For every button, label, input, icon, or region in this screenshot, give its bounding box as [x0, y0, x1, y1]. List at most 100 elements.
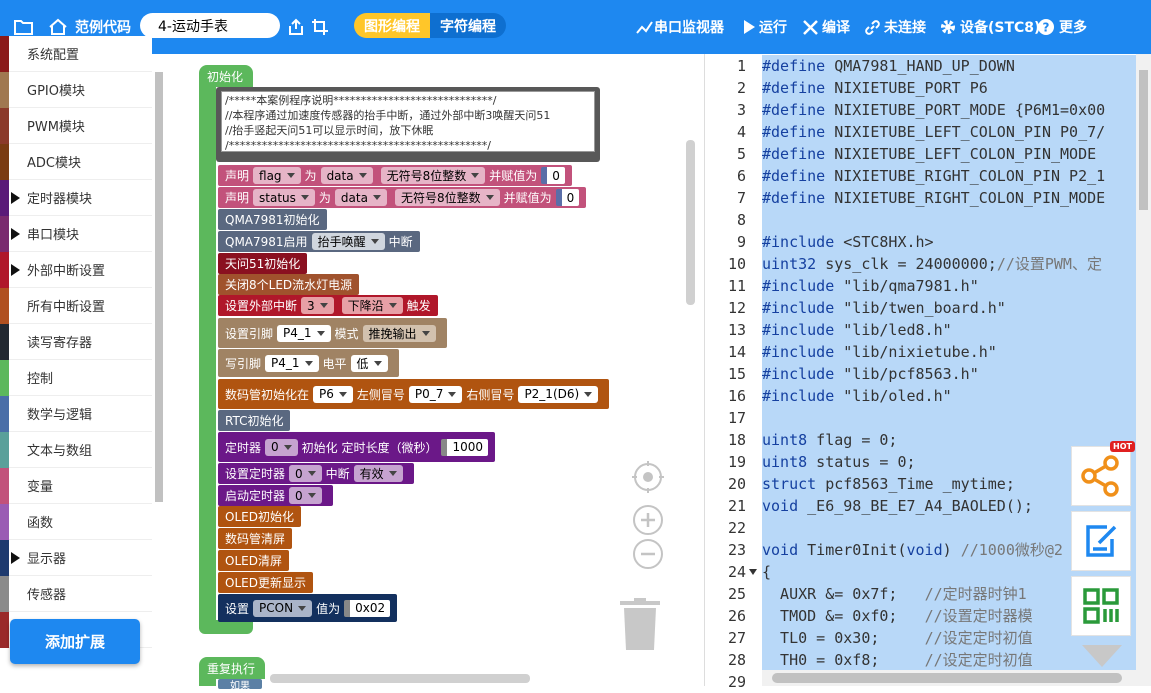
- workspace-horizontal-scrollbar[interactable]: [270, 674, 530, 683]
- expand-arrow-icon[interactable]: [11, 552, 20, 564]
- timer-number-dropdown[interactable]: 0: [289, 487, 322, 504]
- sidebar-item[interactable]: GPIO模块: [0, 72, 152, 108]
- sidebar-item[interactable]: 控制: [0, 360, 152, 396]
- set-timer-interrupt-block[interactable]: 设置定时器 0 中断 有效: [218, 463, 414, 484]
- crop-button[interactable]: [311, 0, 329, 54]
- qrcode-float-button[interactable]: [1071, 576, 1131, 636]
- zoom-in-icon[interactable]: [632, 504, 664, 536]
- line-number: 8: [736, 211, 746, 229]
- nixie-clear-block[interactable]: 数码管清屏: [218, 528, 293, 549]
- line-number: 27: [727, 629, 746, 647]
- zoom-out-icon[interactable]: [632, 538, 664, 570]
- expand-arrow-icon[interactable]: [11, 192, 20, 204]
- expand-arrow-icon[interactable]: [11, 228, 20, 240]
- sidebar-item[interactable]: 文本与数组: [0, 432, 152, 468]
- code-line: #include "lib/led8.h": [762, 319, 952, 341]
- share-float-button[interactable]: [1071, 446, 1131, 506]
- left-colon-pin-dropdown[interactable]: P0_7: [408, 385, 463, 403]
- ext-int-number-dropdown[interactable]: 3: [301, 297, 334, 314]
- var-dropdown[interactable]: flag: [253, 167, 301, 184]
- edge-dropdown[interactable]: 下降沿: [341, 297, 403, 314]
- storage-dropdown[interactable]: data: [320, 167, 373, 184]
- run-button[interactable]: 运行: [742, 0, 787, 54]
- device-button[interactable]: 设备(STC8): [939, 0, 1040, 54]
- qma-enable-block[interactable]: QMA7981启用 抬手唤醒 中断: [218, 231, 420, 252]
- nixie-port-dropdown[interactable]: P6: [313, 385, 353, 403]
- ext-interrupt-block[interactable]: 设置外部中断 3 下降沿 触发: [218, 295, 438, 316]
- set-pcon-block[interactable]: 设置 PCON 值为 0x02: [218, 594, 398, 622]
- sidebar-scroll-thumb[interactable]: [155, 72, 163, 502]
- project-name-input[interactable]: [140, 13, 280, 38]
- var-dropdown[interactable]: status: [253, 189, 315, 206]
- share-button[interactable]: [287, 0, 305, 54]
- oled-init-block[interactable]: OLED初始化: [218, 506, 301, 527]
- sidebar-item[interactable]: 函数: [0, 504, 152, 540]
- write-pin-block[interactable]: 写引脚 P4_1 电平 低: [218, 349, 399, 377]
- qma-mode-dropdown[interactable]: 抬手唤醒: [311, 233, 385, 250]
- fold-arrow-icon[interactable]: [749, 569, 757, 575]
- declare-status-block[interactable]: 声明 status 为 data 无符号8位整数 并赋值为 0: [218, 187, 587, 208]
- sidebar-item[interactable]: 定时器模块: [0, 180, 152, 216]
- rtc-init-block[interactable]: RTC初始化: [218, 410, 291, 431]
- set-pin-block[interactable]: 设置引脚 P4_1 模式 推挽输出: [218, 318, 447, 348]
- timer-number-dropdown[interactable]: 0: [289, 465, 322, 482]
- add-extension-button[interactable]: 添加扩展: [10, 619, 140, 664]
- sidebar-item[interactable]: 数学与逻辑: [0, 396, 152, 432]
- sidebar-item[interactable]: 传感器: [0, 576, 152, 612]
- sidebar-item[interactable]: 所有中断设置: [0, 288, 152, 324]
- tianwen-init-block[interactable]: 天问51初始化: [218, 253, 308, 274]
- comment-block[interactable]: /*****本案例程序说明***************************…: [216, 87, 600, 162]
- sidebar-item[interactable]: 显示器: [0, 540, 152, 576]
- comment-text[interactable]: /*****本案例程序说明***************************…: [221, 91, 595, 152]
- register-dropdown[interactable]: PCON: [253, 599, 313, 617]
- start-timer-block[interactable]: 启动定时器 0: [218, 485, 333, 506]
- qma-init-block[interactable]: QMA7981初始化: [218, 209, 327, 230]
- sidebar-item[interactable]: 外部中断设置: [0, 252, 152, 288]
- timer-number-dropdown[interactable]: 0: [265, 438, 298, 456]
- if-block-partial[interactable]: 如果: [218, 679, 262, 692]
- pin-dropdown[interactable]: P4_1: [277, 324, 331, 342]
- recenter-icon[interactable]: [632, 461, 664, 493]
- value-input[interactable]: 0: [541, 167, 565, 184]
- collapse-down-icon[interactable]: [1082, 645, 1122, 667]
- timer-length-input[interactable]: 1000: [441, 438, 489, 456]
- sidebar-item[interactable]: 读写寄存器: [0, 324, 152, 360]
- led-off-block[interactable]: 关闭8个LED流水灯电源: [218, 274, 360, 295]
- storage-dropdown[interactable]: data: [334, 189, 387, 206]
- more-button[interactable]: ? 更多: [1037, 0, 1087, 54]
- editor-vertical-scroll-thumb[interactable]: [1139, 70, 1148, 210]
- declare-flag-block[interactable]: 声明 flag 为 data 无符号8位整数 并赋值为 0: [218, 165, 572, 186]
- init-hat-block[interactable]: 初始化: [199, 65, 253, 87]
- type-dropdown[interactable]: 无符号8位整数: [394, 189, 500, 206]
- expand-arrow-icon[interactable]: [11, 264, 20, 276]
- value-input[interactable]: 0: [555, 189, 580, 206]
- register-value-input[interactable]: 0x02: [344, 599, 391, 617]
- tab-graphic-programming[interactable]: 图形编程: [354, 13, 430, 38]
- compile-button[interactable]: 编译: [802, 0, 850, 54]
- editor-horizontal-scroll-thumb[interactable]: [772, 673, 1122, 683]
- tab-text-programming[interactable]: 字符编程: [430, 13, 506, 38]
- workspace-vertical-scrollbar[interactable]: [686, 140, 695, 305]
- sidebar-item[interactable]: PWM模块: [0, 108, 152, 144]
- code-token: #include: [762, 343, 835, 361]
- sidebar-item[interactable]: 变量: [0, 468, 152, 504]
- oled-clear-block[interactable]: OLED清屏: [218, 550, 289, 571]
- type-dropdown[interactable]: 无符号8位整数: [380, 167, 486, 184]
- trash-icon[interactable]: [618, 596, 662, 652]
- interrupt-state-dropdown[interactable]: 有效: [353, 465, 403, 482]
- oled-update-block[interactable]: OLED更新显示: [218, 572, 313, 593]
- serial-monitor-button[interactable]: 串口监视器: [636, 0, 724, 54]
- level-dropdown[interactable]: 低: [350, 354, 388, 372]
- nixie-init-block[interactable]: 数码管初始化在 P6 左侧冒号 P0_7 右侧冒号 P2_1(D6): [218, 379, 610, 409]
- sidebar-item[interactable]: ADC模块: [0, 144, 152, 180]
- feedback-float-button[interactable]: [1071, 511, 1131, 571]
- pin-mode-dropdown[interactable]: 推挽输出: [362, 324, 436, 342]
- timer-init-block[interactable]: 定时器 0 初始化 定时长度（微秒） 1000: [218, 432, 496, 462]
- sidebar-item[interactable]: 系统配置: [0, 36, 152, 72]
- right-colon-pin-dropdown[interactable]: P2_1(D6): [518, 385, 599, 403]
- code-token: TL0 = 0x30;: [762, 629, 925, 647]
- gear-icon: [941, 20, 955, 34]
- pin-dropdown[interactable]: P4_1: [265, 354, 319, 372]
- connection-button[interactable]: 未连接: [864, 0, 926, 54]
- sidebar-item[interactable]: 串口模块: [0, 216, 152, 252]
